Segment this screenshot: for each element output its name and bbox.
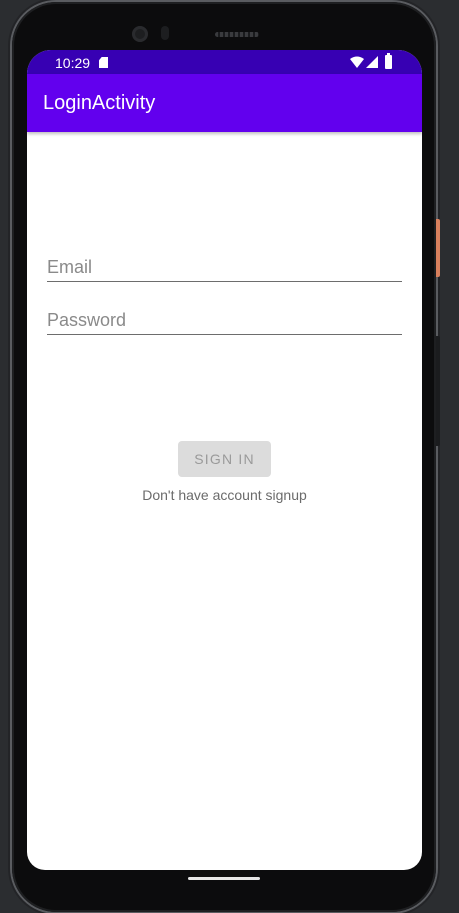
power-button[interactable] [436,219,440,277]
app-bar: LoginActivity [27,74,422,132]
app-bar-title: LoginActivity [43,92,156,114]
password-field[interactable] [47,306,402,335]
home-gesture-bar[interactable] [188,877,260,880]
volume-button[interactable] [436,336,440,446]
emulator-stage: 10:29 LoginActivity SIGN IN Don't have a… [0,0,459,913]
proximity-sensor [161,26,169,40]
email-field[interactable] [47,253,402,282]
sd-card-icon [99,57,108,68]
battery-icon [385,53,392,69]
wifi-icon [350,56,364,68]
status-bar: 10:29 [27,50,422,74]
status-time: 10:29 [55,55,91,71]
cell-signal-icon [366,56,378,68]
sign-in-button[interactable]: SIGN IN [178,441,271,477]
front-camera [132,26,148,42]
signup-link[interactable]: Don't have account signup [27,487,422,503]
device-screen: 10:29 LoginActivity SIGN IN Don't have a… [27,50,422,870]
earpiece-speaker [215,32,259,37]
